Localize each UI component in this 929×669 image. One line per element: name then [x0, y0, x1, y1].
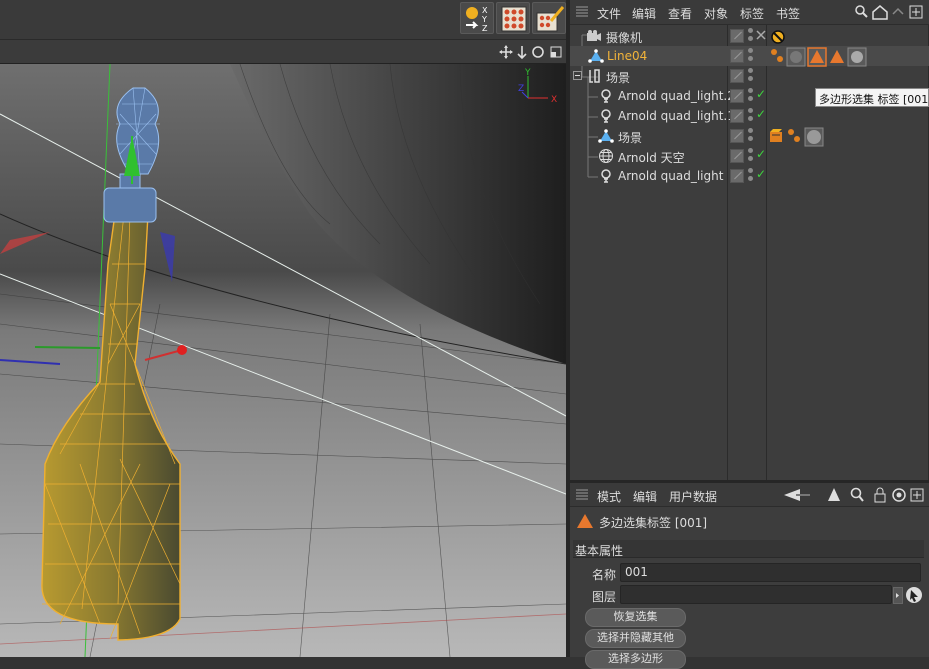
restore-selection-button[interactable]: 恢复选集: [585, 608, 686, 627]
object-manager: 文件 编辑 查看 对象 标签 书签 摄像机 Line04 场景 Arnold q…: [570, 0, 929, 480]
editor-render-dots[interactable]: [748, 108, 754, 124]
visibility-toggle[interactable]: [730, 129, 744, 143]
object-row-line04[interactable]: Line04: [570, 46, 929, 67]
editor-render-dots[interactable]: [748, 68, 754, 84]
object-name: Line04: [607, 49, 648, 63]
render-grid-icon: [501, 6, 527, 32]
light-bulb-icon: [601, 169, 611, 183]
object-row-camera[interactable]: 摄像机: [570, 26, 929, 46]
visibility-toggle[interactable]: [730, 69, 744, 83]
coordinate-system-button[interactable]: X Y Z: [460, 2, 494, 34]
visibility-toggle[interactable]: [730, 109, 744, 123]
menu-mode[interactable]: 模式: [597, 488, 621, 505]
layer-arrow-button[interactable]: [893, 587, 903, 604]
3d-viewport[interactable]: Y X Z: [0, 64, 566, 657]
object-name: Arnold quad_light.2: [618, 89, 735, 103]
attribute-manager-menu: 模式 编辑 用户数据: [570, 483, 929, 507]
enabled-check-icon[interactable]: ✓: [756, 107, 766, 121]
attribute-title: 多边选集标签 [001]: [599, 516, 708, 530]
object-name: Arnold quad_light: [618, 169, 724, 183]
visibility-toggle[interactable]: [730, 29, 744, 43]
editor-render-dots[interactable]: [748, 28, 754, 44]
svg-text:Y: Y: [524, 68, 531, 78]
menu-bookmark[interactable]: 书签: [776, 5, 800, 22]
tag-tooltip: 多边形选集 标签 [001]: [815, 88, 929, 107]
object-name: Arnold 天空: [618, 151, 685, 165]
enabled-check-icon[interactable]: ✓: [756, 147, 766, 161]
om-toolbar-icons[interactable]: [854, 4, 926, 20]
object-manager-menu: 文件 编辑 查看 对象 标签 书签: [570, 0, 929, 25]
render-settings-icon: [536, 6, 565, 32]
enabled-check-icon[interactable]: ✓: [756, 87, 766, 101]
null-object-icon: [589, 69, 600, 83]
svg-text:Z: Z: [518, 84, 524, 94]
object-row-arnold-sky[interactable]: Arnold 天空 ✓: [570, 146, 929, 166]
svg-text:X: X: [482, 6, 488, 15]
light-bulb-icon: [601, 89, 611, 103]
svg-text:X: X: [551, 95, 557, 105]
object-name: 场景: [618, 131, 643, 145]
tag-icons[interactable]: [769, 127, 829, 147]
main-toolbar: X Y Z: [0, 0, 568, 40]
visibility-toggle[interactable]: [730, 89, 744, 103]
menu-view[interactable]: 查看: [668, 5, 692, 22]
svg-text:Y: Y: [481, 15, 487, 24]
menu-edit[interactable]: 编辑: [632, 5, 656, 22]
grip-icon[interactable]: [576, 489, 588, 501]
layer-field[interactable]: [620, 585, 892, 604]
collapse-icon[interactable]: [573, 71, 583, 81]
render-view-button[interactable]: [496, 2, 530, 34]
object-row-quad-light[interactable]: Arnold quad_light ✓: [570, 166, 929, 186]
camera-icon: [587, 30, 601, 41]
world-axis-icon: X Y Z: [466, 6, 488, 33]
attribute-manager: 模式 编辑 用户数据 多边选集标签 [001] 基本属性 名称 001 图层 恢…: [570, 483, 929, 669]
select-polygons-button[interactable]: 选择多边形: [585, 650, 686, 669]
name-field[interactable]: 001: [620, 563, 921, 582]
object-row-quad-light-1[interactable]: Arnold quad_light.1 ✓: [570, 106, 929, 126]
svg-text:Z: Z: [482, 24, 488, 33]
section-header[interactable]: 基本属性: [573, 540, 924, 558]
pick-cursor-icon[interactable]: [905, 586, 923, 604]
object-row-scene-spline[interactable]: 场景: [570, 126, 929, 147]
cross-icon[interactable]: [756, 30, 766, 40]
layer-label: 图层: [592, 590, 617, 604]
section-title: 基本属性: [575, 544, 624, 558]
sky-globe-icon: [599, 149, 613, 163]
menu-user-data[interactable]: 用户数据: [669, 488, 717, 505]
editor-render-dots[interactable]: [748, 88, 754, 104]
viewport-scene: Y X Z: [0, 64, 566, 657]
enabled-check-icon[interactable]: ✓: [756, 167, 766, 181]
menu-tag[interactable]: 标签: [740, 5, 764, 22]
protection-tag-icon[interactable]: [770, 29, 786, 45]
menu-object[interactable]: 对象: [704, 5, 728, 22]
editor-render-dots[interactable]: [748, 128, 754, 144]
am-toolbar-icons[interactable]: [782, 486, 927, 504]
polygon-selection-tag-icon: [577, 514, 593, 528]
render-settings-button[interactable]: [532, 2, 566, 34]
object-name: 摄像机: [606, 31, 643, 45]
editor-render-dots[interactable]: [748, 48, 754, 64]
object-name: Arnold quad_light.1: [618, 109, 735, 123]
spline-object-icon: [588, 49, 604, 63]
spline-object-icon: [598, 129, 614, 143]
grip-icon[interactable]: [576, 6, 588, 18]
viewport-header: [0, 40, 568, 64]
light-bulb-icon: [601, 109, 611, 123]
name-label: 名称: [592, 568, 617, 582]
editor-render-dots[interactable]: [748, 148, 754, 164]
menu-file[interactable]: 文件: [597, 5, 621, 22]
object-name: 场景: [606, 71, 631, 85]
visibility-toggle[interactable]: [730, 149, 744, 163]
editor-render-dots[interactable]: [748, 168, 754, 184]
object-row-scene-group[interactable]: 场景: [570, 66, 929, 86]
visibility-toggle[interactable]: [730, 49, 744, 63]
tag-icons[interactable]: [770, 47, 870, 67]
select-and-hide-others-button[interactable]: 选择并隐藏其他: [585, 629, 686, 648]
menu-edit[interactable]: 编辑: [633, 488, 657, 505]
visibility-toggle[interactable]: [730, 169, 744, 183]
viewport-nav-icons[interactable]: [499, 44, 565, 60]
arrow-right-icon: [896, 593, 899, 598]
